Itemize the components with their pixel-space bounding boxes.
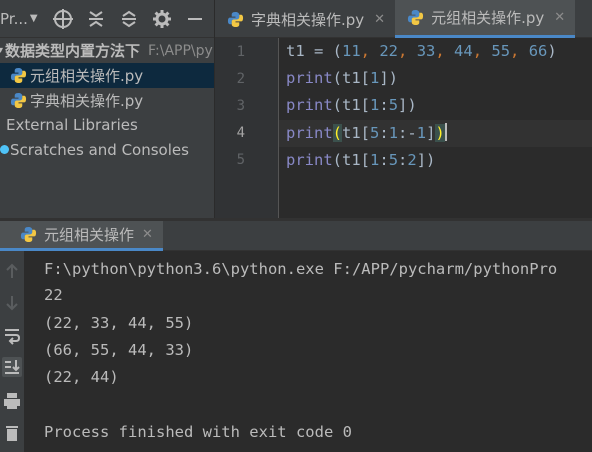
run-tab-bar: 元组相关操作 ✕ [0, 221, 592, 251]
tree-item-scratches[interactable]: Scratches and Consoles [0, 137, 214, 162]
console-line: (22, 44) [44, 368, 119, 386]
line-number: 5 [236, 152, 245, 168]
close-icon[interactable]: ✕ [554, 10, 565, 25]
text-cursor [444, 123, 447, 141]
tree-item-tuple-ops[interactable]: 元组相关操作.py [0, 63, 214, 88]
code-line-1[interactable]: t1 = (11, 22, 33, 44, 55, 66) [279, 38, 592, 65]
tree-item-label: 元组相关操作.py [30, 67, 144, 85]
line-number: 3 [236, 98, 245, 114]
scratches-icon [0, 145, 9, 154]
python-file-icon [10, 92, 27, 109]
editor-tab-bar: 字典相关操作.py ✕ 元组相关操作.py ✕ [215, 0, 592, 38]
external-libraries-label: External Libraries [6, 115, 138, 134]
tree-item-label: 字典相关操作.py [30, 92, 144, 110]
line-number-gutter: 1 2 3 4 5 [215, 38, 279, 218]
hide-icon[interactable] [184, 8, 206, 30]
tree-root-folder[interactable]: ▾ 数据类型内置方法下 F:\APP\py [0, 38, 214, 63]
project-view-title[interactable]: Pr... [0, 10, 28, 28]
run-console[interactable]: F:\python\python3.6\python.exe F:/APP/py… [24, 251, 592, 452]
scratches-label: Scratches and Consoles [10, 140, 189, 159]
scroll-to-end-icon[interactable] [2, 357, 22, 377]
project-toolbar: Pr... ▼ [0, 0, 214, 38]
code-line-4[interactable]: print(t1[5:1:-1]) [279, 120, 592, 147]
close-icon[interactable]: ✕ [142, 227, 153, 242]
tree-item-dict-ops[interactable]: 字典相关操作.py [0, 88, 214, 113]
ide-window: Pr... ▼ 字典相关操作.py ✕ 元组相关操作.py ✕ ▾ 数据类型内置… [0, 0, 592, 452]
console-line: Process finished with exit code 0 [44, 423, 352, 441]
code-line-2[interactable]: print(t1[1]) [279, 65, 592, 92]
console-line: (66, 55, 44, 33) [44, 341, 194, 359]
tab-label: 字典相关操作.py [251, 10, 365, 29]
print-icon[interactable] [2, 391, 22, 411]
tab-dict-ops[interactable]: 字典相关操作.py ✕ [215, 0, 395, 38]
soft-wrap-icon[interactable] [2, 325, 22, 345]
gear-icon[interactable] [151, 8, 173, 30]
console-line: F:\python\python3.6\python.exe F:/APP/py… [44, 260, 558, 278]
root-folder-label: 数据类型内置方法下 [5, 42, 141, 60]
line-number: 1 [236, 44, 245, 60]
close-icon[interactable]: ✕ [374, 12, 385, 27]
trash-icon[interactable] [2, 423, 22, 443]
root-folder-path: F:\APP\py [148, 42, 213, 59]
python-file-icon [227, 11, 244, 27]
run-tab-tuple-ops[interactable]: 元组相关操作 ✕ [0, 221, 163, 251]
python-file-icon [408, 9, 424, 26]
collapse-all-icon[interactable] [118, 8, 140, 30]
expand-all-icon[interactable] [85, 8, 107, 30]
tree-item-external-libraries[interactable]: External Libraries [0, 112, 214, 137]
up-arrow-icon[interactable] [2, 261, 22, 281]
console-line: 22 [44, 286, 63, 304]
console-line: (22, 33, 44, 55) [44, 314, 194, 332]
python-file-icon [10, 67, 27, 84]
chevron-down-icon[interactable]: ▾ [0, 45, 3, 56]
down-arrow-icon[interactable] [2, 293, 22, 313]
run-tab-label: 元组相关操作 [44, 226, 135, 244]
run-side-toolbar [0, 251, 24, 452]
tab-label: 元组相关操作.py [431, 9, 545, 27]
code-line-3[interactable]: print(t1[1:5]) [279, 92, 592, 119]
python-file-icon [20, 226, 37, 243]
locate-icon[interactable] [52, 8, 74, 30]
code-editor[interactable]: t1 = (11, 22, 33, 44, 55, 66) print(t1[1… [279, 38, 592, 218]
project-tree: ▾ 数据类型内置方法下 F:\APP\py 元组相关操作.py 字典相关操作.p… [0, 38, 214, 218]
line-number: 4 [236, 125, 245, 141]
chevron-down-icon[interactable]: ▼ [30, 13, 38, 24]
code-line-5[interactable]: print(t1[1:5:2]) [279, 147, 592, 174]
line-number: 2 [236, 71, 245, 87]
tab-tuple-ops[interactable]: 元组相关操作.py ✕ [395, 0, 576, 38]
